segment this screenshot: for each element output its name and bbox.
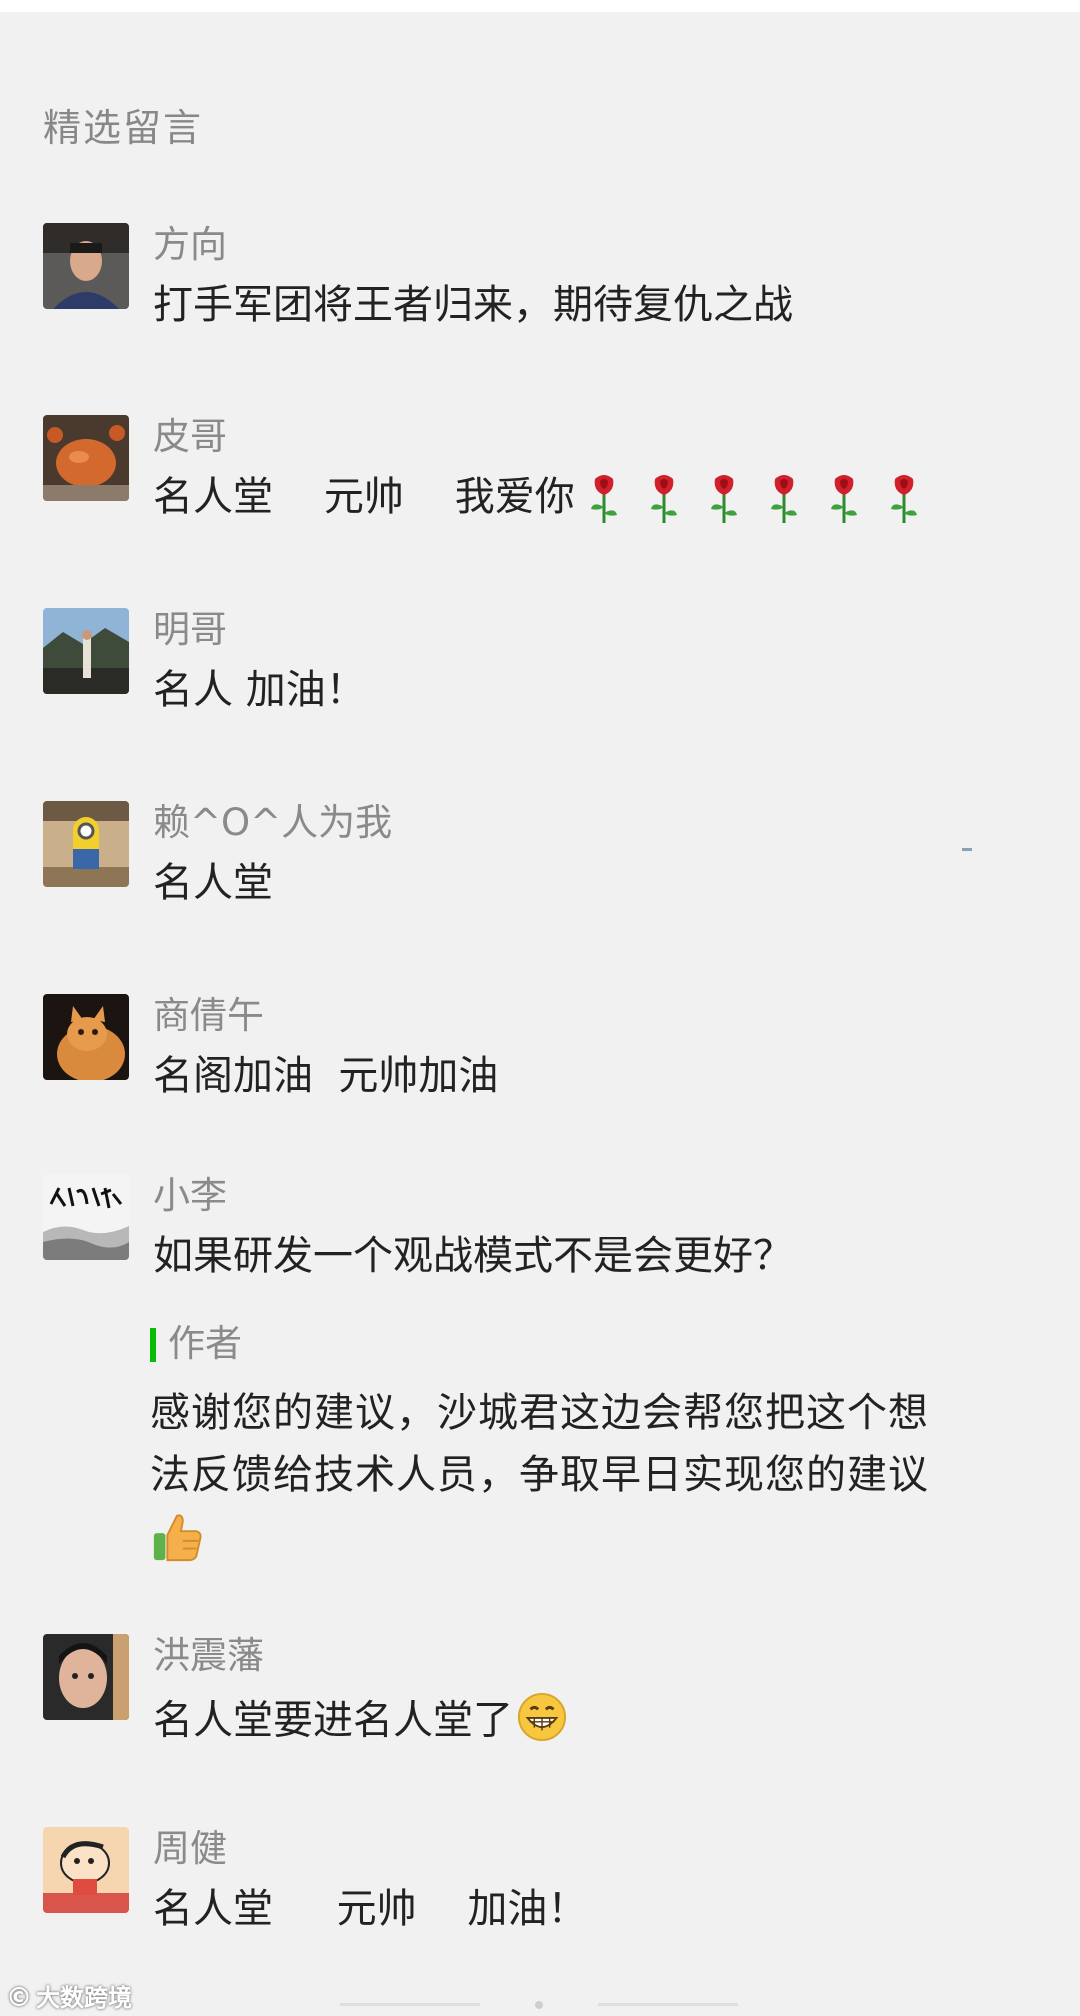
comment-nickname: 洪震藩 bbox=[153, 1634, 264, 1677]
avatar[interactable] bbox=[43, 801, 129, 887]
avatar-calligraphy-icon bbox=[43, 1174, 129, 1260]
watermark: © 大数跨境 bbox=[6, 1978, 132, 2013]
comment-content: 名人堂 元帅 我爱你 bbox=[153, 473, 927, 525]
rose-emoji-row bbox=[581, 473, 927, 525]
author-reply-bar bbox=[150, 1328, 156, 1362]
author-reply-line: 法反馈给技术人员，争取早日实现您的建议 bbox=[150, 1452, 929, 1498]
avatar-crab-icon bbox=[43, 415, 129, 501]
divider-mark bbox=[962, 848, 972, 851]
watermark-logo-icon: © bbox=[6, 1983, 32, 2013]
section-title: 精选留言 bbox=[43, 106, 204, 150]
author-label: 作者 bbox=[168, 1322, 242, 1365]
comment-nickname: 周健 bbox=[153, 1827, 227, 1870]
comment-text: 名人堂 元帅 我爱你 bbox=[153, 474, 575, 520]
rose-icon bbox=[761, 473, 807, 525]
comment-content: 名人堂 元帅 加油！ bbox=[153, 1886, 588, 1932]
avatar-man-icon bbox=[43, 223, 129, 309]
comment-content: 如果研发一个观战模式不是会更好？ bbox=[153, 1233, 793, 1279]
rose-icon bbox=[821, 473, 867, 525]
avatar[interactable] bbox=[43, 415, 129, 501]
comment-nickname: 皮哥 bbox=[153, 415, 227, 458]
rose-icon bbox=[881, 473, 927, 525]
avatar-minion-icon bbox=[43, 801, 129, 887]
comment-nickname: 方向 bbox=[153, 223, 227, 266]
rose-icon bbox=[701, 473, 747, 525]
rose-icon bbox=[581, 473, 627, 525]
page-indicator-segment bbox=[598, 2003, 738, 2006]
comment-nickname: 小李 bbox=[153, 1174, 227, 1217]
comment-nickname: 明哥 bbox=[153, 608, 227, 651]
avatar[interactable] bbox=[43, 1827, 129, 1913]
comment-content: 名阁加油 元帅加油 bbox=[153, 1053, 499, 1099]
page-indicator bbox=[340, 2001, 740, 2009]
thumbs-up-icon bbox=[150, 1506, 1010, 1568]
avatar-cartoon-icon bbox=[43, 1827, 129, 1913]
comment-content: 名人堂 bbox=[153, 860, 273, 906]
avatar-cat-icon bbox=[43, 994, 129, 1080]
avatar[interactable] bbox=[43, 223, 129, 309]
comments-panel: 精选留言 方向 打手军团将王者归来，期待复仇之战 皮哥 名人堂 元帅 我爱你 明… bbox=[0, 12, 1080, 2016]
comment-content: 名人 加油！ bbox=[153, 667, 366, 713]
author-reply: 作者 感谢您的建议，沙城君这边会帮您把这个想 法反馈给技术人员，争取早日实现您的建… bbox=[150, 1322, 1010, 1568]
author-reply-header: 作者 bbox=[150, 1322, 1010, 1366]
author-reply-text: 感谢您的建议，沙城君这边会帮您把这个想 法反馈给技术人员，争取早日实现您的建议 bbox=[150, 1382, 1010, 1568]
page-indicator-dot bbox=[535, 2001, 543, 2009]
comment-content: 打手军团将王者归来，期待复仇之战 bbox=[153, 282, 793, 328]
watermark-text: 大数跨境 bbox=[36, 1984, 132, 2012]
avatar[interactable] bbox=[43, 1634, 129, 1720]
author-reply-line: 感谢您的建议，沙城君这边会帮您把这个想 bbox=[150, 1390, 929, 1436]
avatar[interactable] bbox=[43, 608, 129, 694]
comment-content: 名人堂要进名人堂了 bbox=[153, 1692, 567, 1753]
avatar-man-photo-icon bbox=[43, 1634, 129, 1720]
avatar-landscape-icon bbox=[43, 608, 129, 694]
rose-icon bbox=[641, 473, 687, 525]
avatar[interactable] bbox=[43, 1174, 129, 1260]
comment-nickname: 商倩午 bbox=[153, 994, 264, 1037]
grin-face-icon bbox=[517, 1692, 567, 1753]
page-indicator-segment bbox=[340, 2003, 480, 2006]
comment-text: 名人堂要进名人堂了 bbox=[153, 1697, 513, 1744]
avatar[interactable] bbox=[43, 994, 129, 1080]
comment-nickname: 赖^O^人为我 bbox=[153, 801, 393, 844]
